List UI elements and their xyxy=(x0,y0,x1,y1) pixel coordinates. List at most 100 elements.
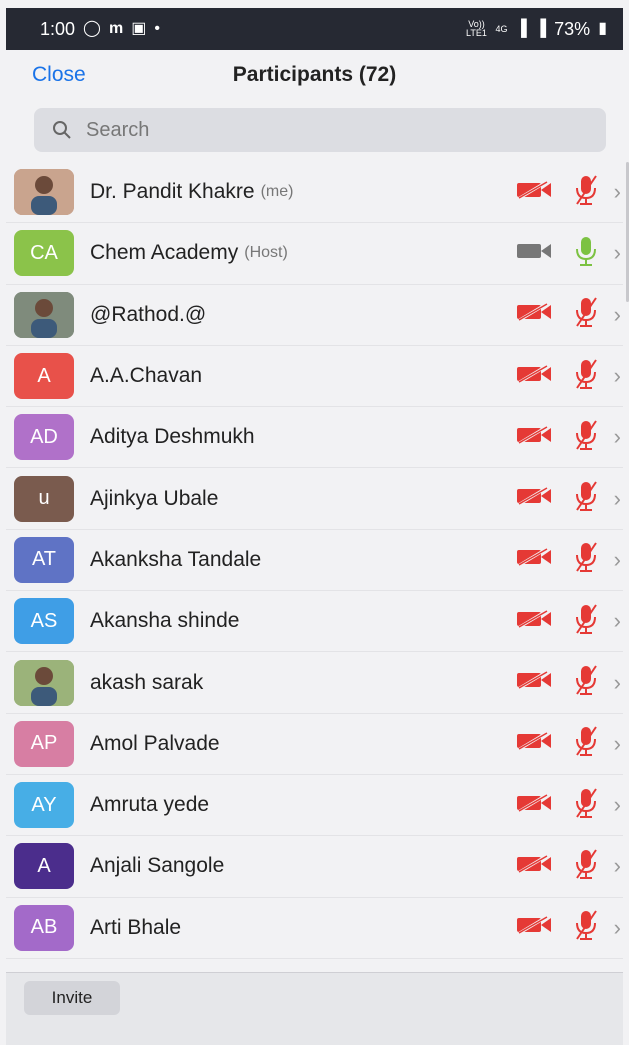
participant-name: Ajinkya Ubale xyxy=(90,486,219,510)
mic-muted-icon xyxy=(574,909,598,946)
chevron-right-icon[interactable]: › xyxy=(614,915,621,941)
participant-row[interactable]: AP Amol Palvade › xyxy=(6,714,623,775)
participant-name: A.A.Chavan xyxy=(90,364,203,388)
avatar-initials: A xyxy=(37,364,51,387)
avatar: A xyxy=(14,843,74,890)
app-m-icon: m xyxy=(108,20,124,37)
whatsapp-icon: ◯ xyxy=(83,20,101,37)
participant-status-icons: › xyxy=(516,530,623,590)
participant-row[interactable]: A A.A.Chavan › xyxy=(6,346,623,408)
participant-row[interactable]: akash sarak › xyxy=(6,652,623,714)
footer-bar: Invite xyxy=(6,972,623,1045)
participant-name: Arti Bhale xyxy=(90,915,182,939)
participant-name: Akansha shinde xyxy=(90,609,240,633)
invite-button[interactable]: Invite xyxy=(24,981,120,1015)
page-title: Participants (72) xyxy=(232,63,397,86)
avatar: u xyxy=(14,475,74,522)
avatar: AY xyxy=(14,782,74,829)
battery-percent: 73% xyxy=(554,18,591,39)
gallery-icon: ▣ xyxy=(131,20,147,37)
participant-row[interactable]: AY Amruta yede › xyxy=(6,775,623,837)
participant-status-icons: › xyxy=(516,775,623,835)
search-icon xyxy=(53,121,71,139)
chevron-right-icon[interactable]: › xyxy=(614,486,621,512)
participant-row[interactable]: AB Arti Bhale › xyxy=(6,898,623,959)
chevron-right-icon[interactable]: › xyxy=(614,547,621,573)
user-photo-icon xyxy=(14,291,74,338)
signal-icon-2: ▐ xyxy=(534,20,547,37)
participant-row[interactable]: AT Akanksha Tandale › xyxy=(6,530,623,592)
participant-name: Chem Academy xyxy=(90,241,239,265)
participant-row[interactable]: CA Chem Academy (Host) › xyxy=(6,223,623,285)
avatar-initials: A xyxy=(37,854,51,877)
mic-muted-icon xyxy=(574,664,598,701)
user-photo-icon xyxy=(14,659,74,706)
participant-status-icons: › xyxy=(516,346,623,406)
participant-row[interactable]: A Anjali Sangole › xyxy=(6,836,623,898)
participant-role: (Host) xyxy=(244,244,288,262)
participant-name: Amruta yede xyxy=(90,793,210,817)
participant-status-icons: › xyxy=(516,285,623,345)
video-off-icon xyxy=(516,424,552,450)
avatar xyxy=(14,659,74,706)
video-off-icon xyxy=(516,485,552,511)
dot-icon: • xyxy=(154,20,160,37)
avatar: AP xyxy=(14,720,74,767)
video-off-icon xyxy=(516,914,552,940)
participant-row[interactable]: u Ajinkya Ubale › xyxy=(6,468,623,530)
participant-name: Akanksha Tandale xyxy=(90,547,262,571)
avatar: AB xyxy=(14,904,74,951)
search-input[interactable] xyxy=(84,117,568,143)
close-button[interactable]: Close xyxy=(32,63,86,87)
search-bar[interactable] xyxy=(34,108,606,152)
chevron-right-icon[interactable]: › xyxy=(614,302,621,328)
user-photo-icon xyxy=(14,169,74,216)
participant-name: @Rathod.@ xyxy=(90,302,207,326)
participant-status-icons: › xyxy=(516,162,623,222)
participant-row[interactable]: AD Aditya Deshmukh › xyxy=(6,407,623,469)
chevron-right-icon[interactable]: › xyxy=(614,792,621,818)
header: Close Participants (72) xyxy=(6,50,623,100)
avatar-initials: AS xyxy=(30,609,58,632)
mic-muted-icon xyxy=(574,603,598,640)
participant-status-icons: › xyxy=(516,836,623,896)
avatar: A xyxy=(14,353,74,400)
participant-row[interactable]: Dr. Pandit Khakre (me) › xyxy=(6,162,623,224)
video-off-icon xyxy=(516,669,552,695)
participant-row[interactable]: AS Akansha shinde › xyxy=(6,591,623,653)
participant-status-icons: › xyxy=(516,407,623,467)
mic-muted-icon xyxy=(574,480,598,517)
participant-name: Dr. Pandit Khakre xyxy=(90,180,255,204)
avatar xyxy=(14,169,74,216)
volte-label: Vo)) LTE1 xyxy=(466,19,487,38)
participant-row[interactable]: @Rathod.@ › xyxy=(6,285,623,346)
mic-muted-icon xyxy=(574,358,598,395)
chevron-right-icon[interactable]: › xyxy=(614,853,621,879)
chevron-right-icon[interactable]: › xyxy=(614,179,621,205)
avatar: CA xyxy=(14,230,74,277)
video-off-icon xyxy=(516,608,552,634)
participant-status-icons: › xyxy=(516,591,623,651)
video-on-icon xyxy=(516,241,552,266)
mic-muted-icon xyxy=(574,725,598,762)
status-bar: 1:00 ◯ m ▣ • Vo)) LTE1 4G ▐ ▐ 73% ▮ xyxy=(6,8,623,50)
avatar: AT xyxy=(14,536,74,583)
chevron-right-icon[interactable]: › xyxy=(614,363,621,389)
chevron-right-icon[interactable]: › xyxy=(614,608,621,634)
participant-status-icons: › xyxy=(516,223,623,283)
chevron-right-icon[interactable]: › xyxy=(614,731,621,757)
participant-status-icons: › xyxy=(516,468,623,528)
mic-on-icon xyxy=(574,235,598,272)
chevron-right-icon[interactable]: › xyxy=(614,424,621,450)
signal-icon: ▐ xyxy=(515,20,527,37)
participant-name: Aditya Deshmukh xyxy=(90,425,255,449)
video-off-icon xyxy=(516,179,552,205)
chevron-right-icon[interactable]: › xyxy=(614,670,621,696)
avatar-initials: AB xyxy=(30,916,58,939)
battery-icon: ▮ xyxy=(598,20,607,37)
chevron-right-icon[interactable]: › xyxy=(614,240,621,266)
avatar-initials: u xyxy=(38,487,50,510)
mic-muted-icon xyxy=(574,787,598,824)
search-area xyxy=(6,100,623,162)
participants-list[interactable]: Dr. Pandit Khakre (me) › CA Chem Academy (Hos… xyxy=(6,162,623,972)
